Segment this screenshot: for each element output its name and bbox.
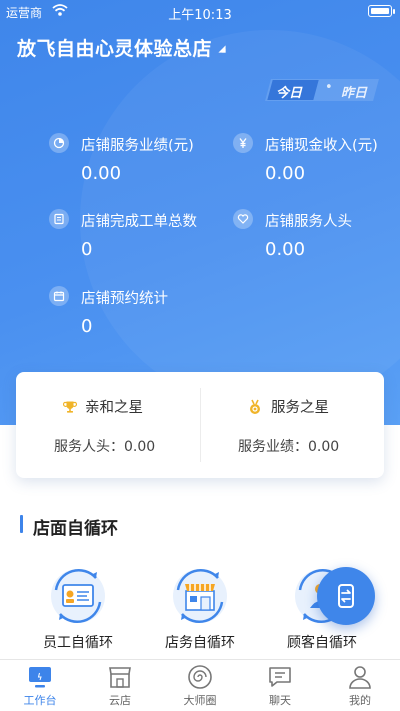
user-icon <box>349 666 371 689</box>
yuan-icon <box>233 133 253 153</box>
metric-value: 0 <box>81 316 93 337</box>
spiral-icon <box>188 665 212 689</box>
metric-label: 店铺预约统计 <box>81 291 168 307</box>
day-separator: • <box>325 80 333 95</box>
tab-label: 聊天 <box>269 694 291 707</box>
medal-icon <box>250 399 260 414</box>
service-star-title[interactable]: 服务之星 <box>247 396 329 417</box>
dashboard-hero: 运营商 上午10:13 放飞自由心灵体验总店 今日 • 昨日 店铺服务业绩(元)… <box>0 0 400 425</box>
metric-appointments: 店铺预约统计 0 <box>49 286 219 346</box>
tab-label: 我的 <box>349 694 371 707</box>
metric-value: 0.00 <box>265 239 306 260</box>
metric-value: 0.00 <box>265 163 306 184</box>
tab-master-circle[interactable]: 大师圈 <box>165 664 235 711</box>
employee-loop[interactable]: 员工自循环 <box>18 564 138 654</box>
bottom-tab-bar: 工作台 云店 大师圈 聊天 我的 <box>0 659 400 711</box>
switch-float-button[interactable] <box>317 567 375 625</box>
tab-label: 大师圈 <box>183 694 217 707</box>
tab-today-bg[interactable] <box>267 80 319 100</box>
metric-value: 0 <box>81 239 93 260</box>
loop-label: 顾客自循环 <box>287 635 357 651</box>
shop-front-icon <box>173 569 227 623</box>
store-name-selector[interactable]: 放飞自由心灵体验总店 <box>17 34 212 61</box>
pie-chart-icon <box>49 133 69 153</box>
tab-label: 云店 <box>109 694 131 707</box>
metric-service-headcount: 店铺服务人头 0.00 <box>233 209 400 269</box>
calendar-icon <box>49 286 69 306</box>
metric-service-revenue: 店铺服务业绩(元) 0.00 <box>49 133 219 193</box>
metric-cash-income: 店铺现金收入(元) 0.00 <box>233 133 400 193</box>
divider <box>200 388 201 462</box>
day-switch <box>265 79 379 101</box>
metric-completed-orders: 店铺完成工单总数 0 <box>49 209 219 269</box>
section-title: 店面自循环 <box>33 519 118 539</box>
heart-hand-icon <box>233 209 253 229</box>
shop-loop[interactable]: 店务自循环 <box>140 564 260 654</box>
tab-workbench[interactable]: 工作台 <box>5 664 75 711</box>
section-accent-bar <box>20 515 23 533</box>
store-icon <box>109 667 131 688</box>
loop-label: 员工自循环 <box>43 635 113 651</box>
swap-icon <box>338 584 354 608</box>
status-bar: 运营商 上午10:13 <box>0 0 400 23</box>
order-list-icon <box>49 209 69 229</box>
tab-profile[interactable]: 我的 <box>325 664 395 711</box>
monitor-icon <box>29 667 51 688</box>
trophy-icon <box>63 401 77 413</box>
chat-icon <box>269 667 291 687</box>
battery-icon <box>368 5 395 17</box>
tab-yesterday[interactable]: 昨日 <box>341 82 367 101</box>
dropdown-caret-icon[interactable] <box>218 45 226 53</box>
tab-cloud-store[interactable]: 云店 <box>85 664 155 711</box>
loop-label: 店务自循环 <box>165 635 235 651</box>
star-title: 服务之星 <box>271 400 329 416</box>
tab-label: 工作台 <box>23 694 57 707</box>
tab-chat[interactable]: 聊天 <box>245 664 315 711</box>
metric-label: 店铺服务业绩(元) <box>81 138 194 154</box>
metric-label: 店铺现金收入(元) <box>265 138 378 154</box>
affinity-star-value: 服务人头：0.00 <box>54 439 156 455</box>
employee-card-icon <box>51 569 105 623</box>
tab-today[interactable]: 今日 <box>276 82 302 101</box>
clock: 上午10:13 <box>168 8 232 23</box>
metric-label: 店铺服务人头 <box>265 214 352 230</box>
metric-value: 0.00 <box>81 163 122 184</box>
affinity-star-title[interactable]: 亲和之星 <box>63 396 143 417</box>
star-card: 亲和之星 服务人头：0.00 服务之星 服务业绩：0.00 <box>16 372 384 478</box>
metric-label: 店铺完成工单总数 <box>81 214 197 230</box>
service-star-value: 服务业绩：0.00 <box>238 439 340 455</box>
star-title: 亲和之星 <box>85 400 143 416</box>
